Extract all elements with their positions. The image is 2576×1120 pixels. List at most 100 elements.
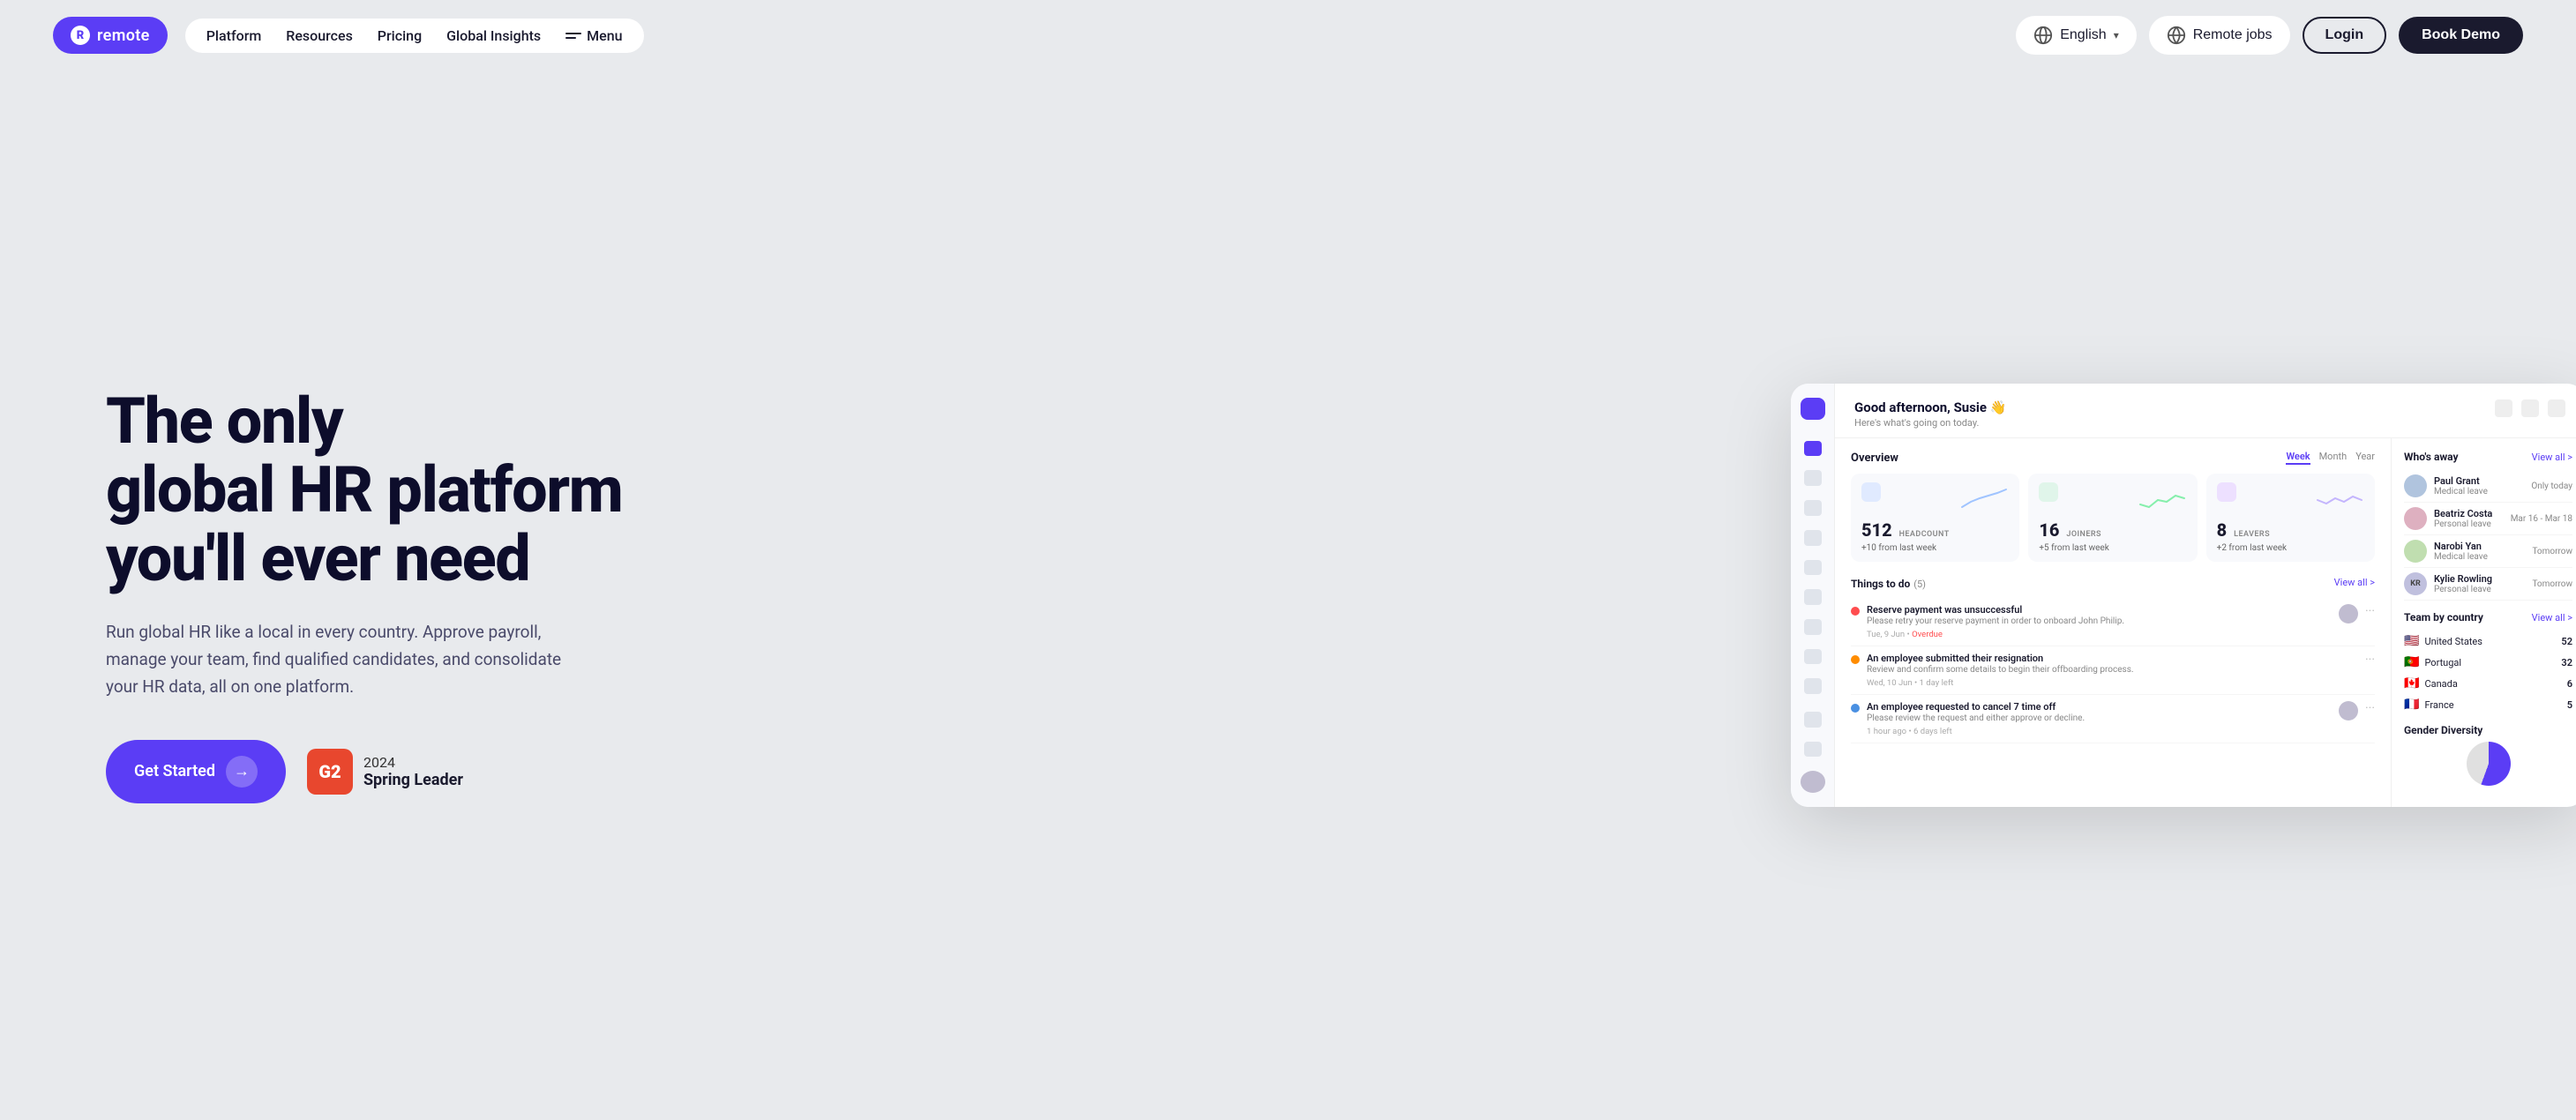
book-demo-button[interactable]: Book Demo — [2399, 17, 2523, 54]
remote-jobs-button[interactable]: Remote jobs — [2149, 16, 2290, 55]
tab-week[interactable]: Week — [2286, 451, 2310, 465]
hero-section: The only global HR platform you'll ever … — [0, 71, 2576, 1120]
nav-global-insights[interactable]: Global Insights — [446, 27, 541, 44]
todo-avatar-1 — [2339, 604, 2358, 623]
sidebar-add-icon — [1804, 500, 1822, 516]
country-row-2: 🇨🇦 Canada 6 — [2404, 673, 2572, 694]
network-icon — [2167, 26, 2186, 45]
whos-away-view-all[interactable]: View all > — [2532, 452, 2572, 463]
flag-pt: 🇵🇹 — [2404, 655, 2419, 669]
country-row-0: 🇺🇸 United States 52 — [2404, 631, 2572, 652]
away-person-4: KR Kylie Rowling Personal leave Tomorrow — [2404, 568, 2572, 601]
sidebar-settings-icon — [1804, 649, 1822, 665]
gender-donut-chart — [2467, 742, 2511, 786]
nav-resources[interactable]: Resources — [286, 27, 353, 44]
joiners-icon — [2039, 482, 2058, 502]
todos-view-all[interactable]: View all > — [2334, 577, 2375, 588]
todo-avatar-3 — [2339, 701, 2358, 721]
overview-title: Overview — [1851, 452, 1898, 465]
sidebar-time-icon — [1804, 530, 1822, 546]
chevron-down-icon: ▾ — [2114, 29, 2119, 41]
joiners-card: 16 JOINERS +5 from last week — [2028, 474, 2197, 562]
team-by-country: Team by country View all > 🇺🇸 United Sta… — [2404, 611, 2572, 715]
todo-dot-1 — [1851, 607, 1860, 616]
greeting-block: Good afternoon, Susie 👋 Here's what's go… — [1854, 399, 2006, 429]
leavers-card: 8 LEAVERS +2 from last week — [2206, 474, 2375, 562]
nav-links: Platform Resources Pricing Global Insigh… — [185, 19, 644, 53]
team-country-view-all[interactable]: View all > — [2532, 612, 2572, 623]
g2-text: 2024 Spring Leader — [363, 754, 463, 789]
todo-more-1[interactable]: ··· — [2365, 604, 2375, 618]
sidebar-file-icon — [1804, 742, 1822, 758]
g2-badge: G2 2024 Spring Leader — [307, 749, 463, 795]
overview-tabs: Week Month Year — [2286, 451, 2375, 465]
tab-month[interactable]: Month — [2319, 451, 2348, 465]
flag-fr: 🇫🇷 — [2404, 698, 2419, 712]
login-button[interactable]: Login — [2303, 17, 2387, 54]
gender-diversity: Gender Diversity — [2404, 724, 2572, 786]
todo-more-3[interactable]: ··· — [2365, 701, 2375, 715]
dashboard-right-panel: Who's away View all > Paul Grant Medical… — [2391, 438, 2576, 807]
settings-icon — [2521, 399, 2539, 417]
greeting-sub-text: Here's what's going on today. — [1854, 417, 2006, 429]
logo-icon: R — [71, 26, 90, 45]
sidebar-dollar-icon — [1804, 712, 1822, 728]
todo-item-1: Reserve payment was unsuccessful Please … — [1851, 598, 2375, 646]
tab-year[interactable]: Year — [2355, 451, 2375, 465]
hero-title: The only global HR platform you'll ever … — [106, 387, 622, 593]
flag-ca: 🇨🇦 — [2404, 676, 2419, 691]
nav-right: English ▾ Remote jobs Login Book Demo — [2016, 16, 2523, 55]
headcount-icon — [1861, 482, 1881, 502]
sidebar-star-icon — [1804, 619, 1822, 635]
country-row-1: 🇵🇹 Portugal 32 — [2404, 652, 2572, 673]
overview-cards: 512 HEADCOUNT +10 from last week — [1851, 474, 2375, 562]
hero-content: The only global HR platform you'll ever … — [106, 387, 622, 803]
dashboard-body: Overview Week Month Year — [1835, 438, 2576, 807]
todo-more-2[interactable]: ··· — [2365, 653, 2375, 667]
hero-visual: Good afternoon, Susie 👋 Here's what's go… — [910, 384, 2576, 807]
hero-cta: Get Started → G2 2024 Spring Leader — [106, 740, 622, 803]
sidebar-home-icon — [1804, 441, 1822, 457]
header-icons — [2495, 399, 2565, 417]
arrow-icon: → — [226, 756, 258, 788]
sidebar-user-avatar — [1801, 771, 1825, 793]
overview-header: Overview Week Month Year — [1851, 451, 2375, 465]
globe-icon — [2033, 26, 2053, 45]
flag-us: 🇺🇸 — [2404, 634, 2419, 648]
away-person-1: Paul Grant Medical leave Only today — [2404, 470, 2572, 503]
away-person-2: Beatriz Costa Personal leave Mar 16 - Ma… — [2404, 503, 2572, 535]
sidebar-chat-icon — [1804, 678, 1822, 694]
sidebar-logo — [1801, 398, 1825, 420]
dashboard-panel: Good afternoon, Susie 👋 Here's what's go… — [1791, 384, 2576, 807]
team-country-header: Team by country View all > — [2404, 611, 2572, 623]
language-button[interactable]: English ▾ — [2016, 16, 2137, 55]
hero-subtitle: Run global HR like a local in every coun… — [106, 618, 565, 701]
headcount-card: 512 HEADCOUNT +10 from last week — [1851, 474, 2019, 562]
nav-menu[interactable]: Menu — [565, 27, 622, 44]
country-row-3: 🇫🇷 France 5 — [2404, 694, 2572, 715]
away-avatar-1 — [2404, 474, 2427, 497]
headcount-chart — [1958, 482, 2011, 513]
navbar: R remote Platform Resources Pricing Glob… — [0, 0, 2576, 71]
nav-platform[interactable]: Platform — [206, 27, 262, 44]
away-person-3: Narobi Yan Medical leave Tomorrow — [2404, 535, 2572, 568]
dashboard-main: Good afternoon, Susie 👋 Here's what's go… — [1835, 384, 2576, 807]
nav-pricing[interactable]: Pricing — [378, 27, 422, 44]
todo-item-3: An employee requested to cancel 7 time o… — [1851, 695, 2375, 743]
sidebar-heart-icon — [1804, 560, 1822, 576]
search-icon — [2495, 399, 2512, 417]
leavers-icon — [2217, 482, 2236, 502]
nav-left: R remote Platform Resources Pricing Glob… — [53, 17, 644, 54]
logo-text: remote — [97, 26, 150, 45]
notifications-icon — [2548, 399, 2565, 417]
todo-dot-3 — [1851, 704, 1860, 713]
sidebar-people-icon — [1804, 470, 1822, 486]
logo[interactable]: R remote — [53, 17, 168, 54]
dashboard-header: Good afternoon, Susie 👋 Here's what's go… — [1835, 384, 2576, 438]
greeting-text: Good afternoon, Susie 👋 — [1854, 399, 2006, 415]
dashboard-left-panel: Overview Week Month Year — [1835, 438, 2391, 807]
todos-header: Things to do (5) View all > — [1851, 574, 2375, 591]
get-started-button[interactable]: Get Started → — [106, 740, 286, 803]
todo-item-2: An employee submitted their resignation … — [1851, 646, 2375, 695]
g2-logo-icon: G2 — [307, 749, 353, 795]
